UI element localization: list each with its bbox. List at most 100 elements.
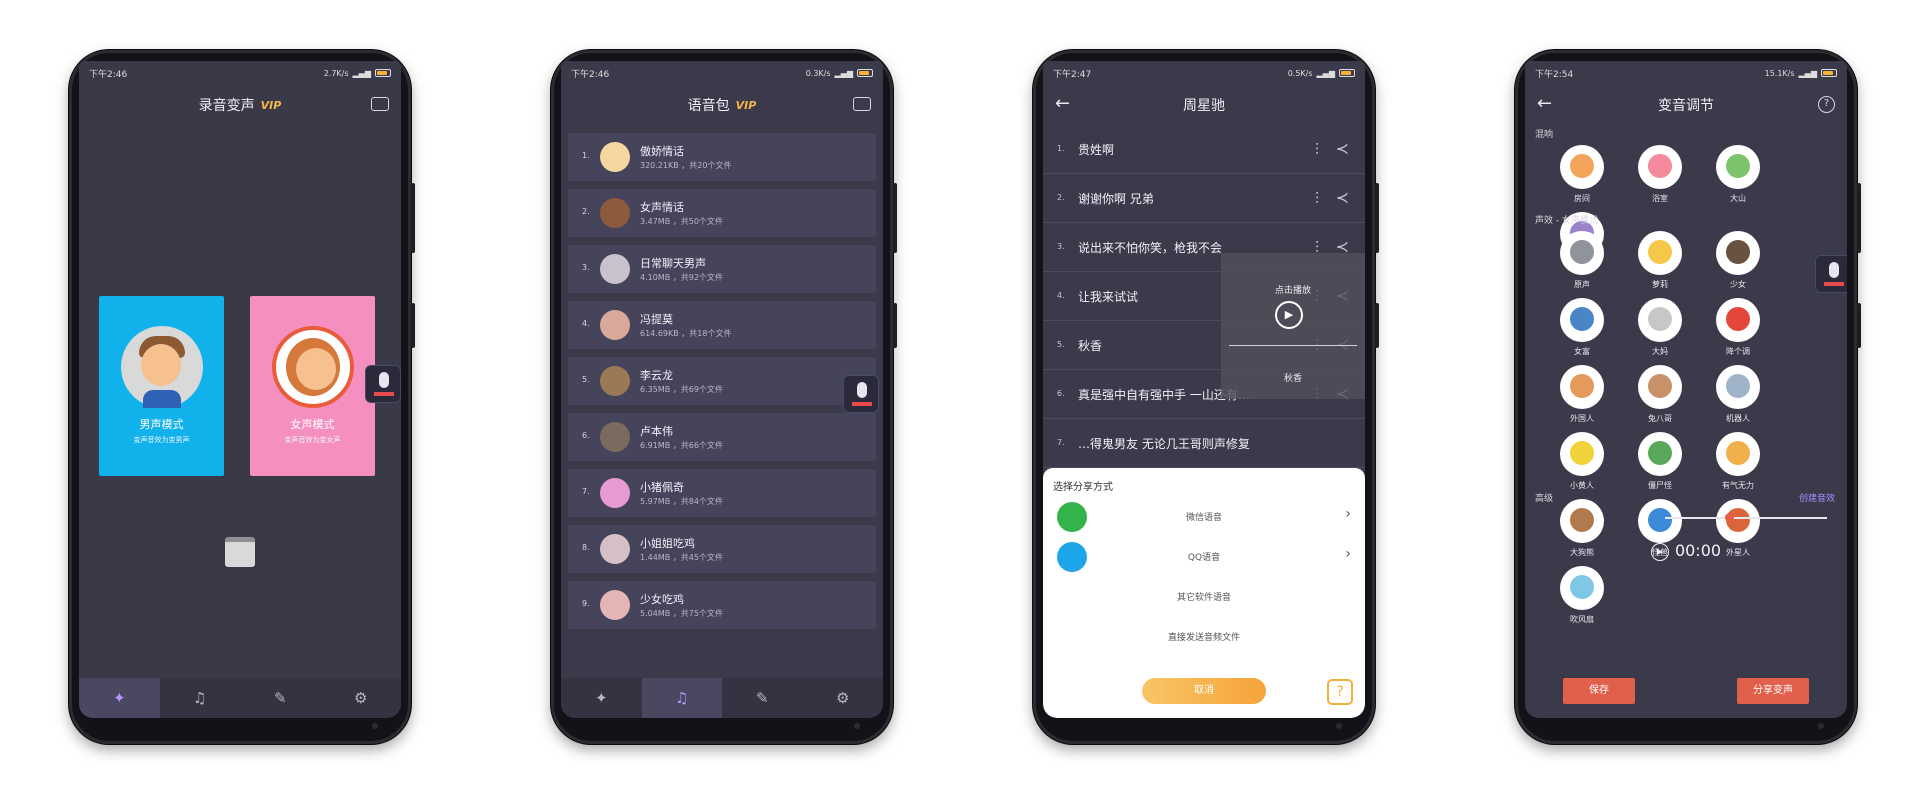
equalizer-icon[interactable]: ⫶	[1315, 189, 1319, 209]
voice-effect[interactable]: 外国人	[1543, 365, 1621, 424]
male-mode-subtitle: 变声音效为变男声	[133, 436, 190, 444]
pack-name: 李云龙	[640, 369, 673, 382]
nav-voice-pack-icon[interactable]: ♫	[160, 678, 241, 718]
girl-icon	[1716, 231, 1760, 275]
voice-effect[interactable]: 萝莉	[1621, 231, 1699, 290]
voice-effect[interactable]: 小黄人	[1543, 432, 1621, 491]
voice-effect[interactable]: 女富	[1543, 298, 1621, 357]
share-icon[interactable]: ≺	[1336, 188, 1349, 207]
song-number: 6.	[1057, 389, 1065, 398]
nav-settings-icon[interactable]: ⚙	[321, 678, 402, 718]
status-bar: 下午2:47 0.5K/s ▂▄▆	[1043, 61, 1365, 85]
create-effect-link[interactable]: 创建音效	[1799, 491, 1835, 504]
voice-effect[interactable]: 少女	[1699, 231, 1777, 290]
mountain-icon	[1716, 145, 1760, 189]
microphone-icon	[1560, 231, 1604, 275]
voice-effect[interactable]: 有气无力	[1699, 432, 1777, 491]
pack-number: 6.	[582, 431, 590, 440]
play-icon[interactable]: ▶	[1650, 543, 1669, 561]
help-icon[interactable]: ?	[1818, 96, 1835, 113]
male-mode-card[interactable]: 男声模式 变声音效为变男声	[99, 296, 224, 476]
list-item[interactable]: 4. 冯提莫 614.69KB ，共18个文件	[568, 301, 876, 349]
reverb-section-label: 混响	[1535, 130, 1554, 140]
share-option-other[interactable]: 其它软件语音	[1043, 578, 1365, 614]
phone-voice-adjust-screen: 下午2:54 15.1K/s▂▄▆ ← 变音调节 ? 混响 房间 浴室 大山 洞…	[1515, 50, 1861, 744]
save-button[interactable]: 保存	[1563, 678, 1635, 704]
help-icon[interactable]: ?	[1327, 679, 1353, 705]
list-item[interactable]: 7. 小猪佩奇 5.97MB ，共84个文件	[568, 469, 876, 517]
nav-voice-pack-icon[interactable]: ♫	[641, 678, 722, 718]
nav-settings-icon[interactable]: ⚙	[803, 678, 884, 718]
pack-avatar	[600, 198, 630, 228]
title-bar: 录音变声 VIP	[79, 85, 401, 125]
page-title: 周星驰	[1183, 98, 1225, 114]
share-icon[interactable]: ≺	[1336, 139, 1349, 158]
list-item[interactable]: 8. 小姐姐吃鸡 1.44MB ，共45个文件	[568, 525, 876, 573]
list-item[interactable]: 9. 少女吃鸡 5.04MB ，共75个文件	[568, 581, 876, 629]
voice-effect[interactable]: 原声	[1543, 231, 1621, 290]
reverb-mountain[interactable]: 大山	[1699, 145, 1777, 204]
record-stack-icon[interactable]	[225, 537, 255, 567]
nav-magic-wand-icon[interactable]: ✦	[561, 678, 642, 718]
slider-knob[interactable]	[1725, 513, 1734, 522]
pack-number: 8.	[582, 543, 590, 552]
zombie-icon	[1638, 432, 1682, 476]
folder-icon[interactable]	[371, 97, 389, 111]
nav-comment-icon[interactable]: ✎	[240, 678, 321, 718]
voice-effect[interactable]: 机器人	[1699, 365, 1777, 424]
divider	[1229, 345, 1357, 346]
pack-meta: 6.35MB ，共69个文件	[640, 385, 723, 394]
slider-track[interactable]	[1665, 517, 1827, 519]
male-mode-title: 男声模式	[139, 418, 184, 431]
list-item[interactable]: 1. 傲娇情话 320.21KB ，共20个文件	[568, 133, 876, 181]
nav-comment-icon[interactable]: ✎	[722, 678, 803, 718]
floating-mic-icon[interactable]	[1815, 255, 1847, 293]
female-mode-card[interactable]: 女声模式 变声音效为变女声	[250, 296, 375, 476]
voice-effects-grid: 原声 萝莉 少女 女富 大妈 降个调 外国人 兔八哥 机器人 小黄人 僵尸怪 有…	[1543, 231, 1833, 633]
floating-mic-icon[interactable]	[365, 365, 401, 403]
pack-avatar	[600, 142, 630, 172]
play-icon[interactable]: ▶	[1275, 301, 1303, 329]
share-option-direct[interactable]: 直接发送音频文件	[1043, 618, 1365, 654]
list-item[interactable]: 2. 谢谢你啊 兄弟 ⫶ ≺	[1043, 174, 1365, 223]
pack-number: 7.	[582, 487, 590, 496]
voice-effect[interactable]: 降个调	[1699, 298, 1777, 357]
list-item[interactable]: 7. …得鬼男友 无论几王哥则声修复	[1043, 419, 1365, 468]
voice-effect[interactable]: 大妈	[1621, 298, 1699, 357]
phone-song-list-screen: 下午2:47 0.5K/s ▂▄▆ ← 周星驰 1. 贵姓啊 ⫶ ≺ 2. 谢谢你啊 兄弟…	[1033, 50, 1379, 744]
voice-effect[interactable]: 吹风扇	[1543, 566, 1621, 625]
list-item[interactable]: 5. 李云龙 6.35MB ，共69个文件	[568, 357, 876, 405]
share-option-wechat[interactable]: 微信语音 ›	[1043, 498, 1365, 534]
pack-number: 9.	[582, 599, 590, 608]
network-speed: 0.3K/s	[805, 68, 831, 78]
equalizer-icon[interactable]: ⫶	[1315, 140, 1319, 160]
song-title: 谢谢你啊 兄弟	[1078, 192, 1154, 206]
share-option-qq[interactable]: QQ语音 ›	[1043, 538, 1365, 574]
bottom-nav: ✦ ♫ ✎ ⚙	[79, 678, 401, 718]
fx-label: 房间	[1574, 194, 1590, 203]
floating-mic-icon[interactable]	[843, 375, 879, 413]
female-mode-subtitle: 变声音效为变女声	[284, 436, 341, 444]
nav-magic-wand-icon[interactable]: ✦	[79, 678, 160, 718]
list-item[interactable]: 2. 女声情话 3.47MB ，共50个文件	[568, 189, 876, 237]
back-arrow-icon[interactable]: ←	[1537, 93, 1552, 114]
voice-effect[interactable]: 僵尸怪	[1621, 432, 1699, 491]
list-item[interactable]: 3. 日常聊天男声 4.10MB ，共92个文件	[568, 245, 876, 293]
bunny-icon	[1638, 365, 1682, 409]
back-arrow-icon[interactable]: ←	[1055, 93, 1070, 114]
share-sheet: 选择分享方式 微信语音 › QQ语音 › 其它软件语音 直接发送音频文件 取消 …	[1043, 468, 1365, 718]
folder-icon[interactable]	[853, 97, 871, 111]
title-bar: ← 周星驰	[1043, 85, 1365, 125]
list-item[interactable]: 6. 卢本伟 6.91MB ，共66个文件	[568, 413, 876, 461]
page-title: 语音包	[687, 98, 730, 114]
advanced-label: 高级	[1535, 494, 1554, 504]
share-voice-button[interactable]: 分享变声	[1737, 678, 1809, 704]
vip-badge[interactable]: VIP	[261, 99, 282, 112]
reverb-room[interactable]: 房间	[1543, 145, 1621, 204]
vip-badge[interactable]: VIP	[736, 99, 757, 112]
reverb-bathroom[interactable]: 浴室	[1621, 145, 1699, 204]
bottom-nav: ✦ ♫ ✎ ⚙	[561, 678, 883, 718]
cancel-button[interactable]: 取消	[1142, 678, 1266, 704]
list-item[interactable]: 1. 贵姓啊 ⫶ ≺	[1043, 125, 1365, 174]
voice-effect[interactable]: 兔八哥	[1621, 365, 1699, 424]
